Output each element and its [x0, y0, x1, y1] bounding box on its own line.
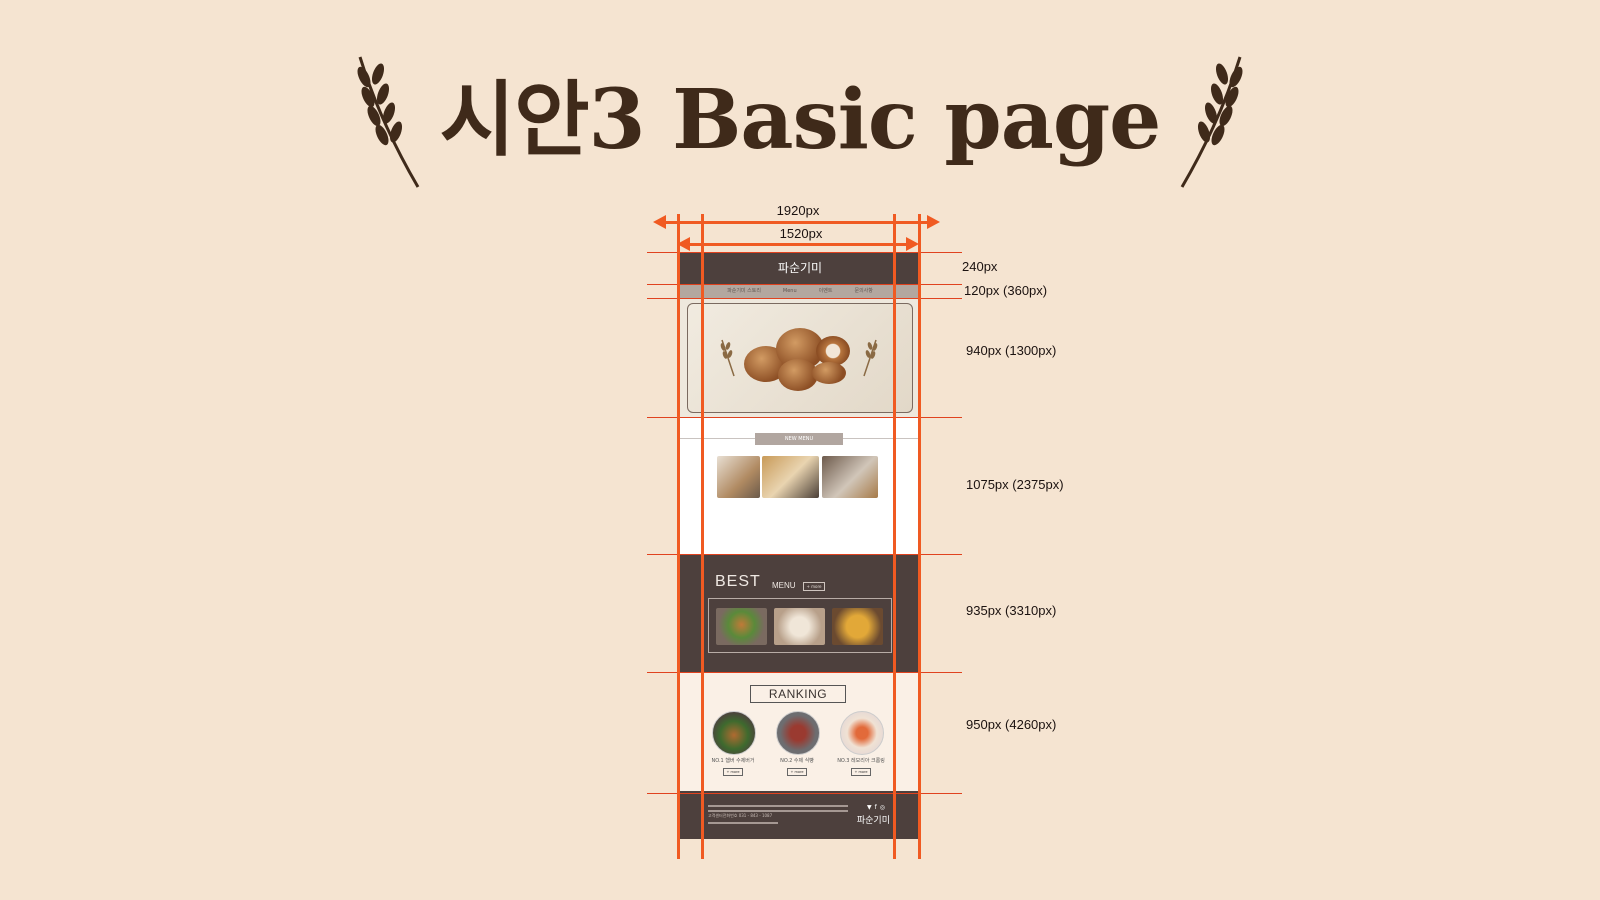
best-title: BEST	[715, 573, 761, 590]
ranking-more-button: + more	[851, 768, 871, 776]
ranking-image	[712, 711, 756, 755]
menu-photo	[822, 456, 878, 498]
guide-line	[647, 284, 962, 286]
guide-line	[647, 793, 962, 795]
ranking-label: NO.1 햄버 수제버거	[711, 758, 755, 764]
wheat-icon	[1180, 56, 1243, 188]
section-height-label: 240px	[962, 259, 998, 274]
outer-guide	[918, 214, 921, 859]
footer-phone: 고객센터전화번호 031 - 843 - 1087	[708, 813, 773, 818]
section-height-label: 940px (1300px)	[966, 343, 1057, 358]
guide-line	[647, 672, 962, 674]
best-photo	[716, 608, 767, 645]
guide-line	[647, 417, 962, 419]
mock-best-menu: BEST MENU + more	[680, 555, 920, 673]
section-height-label: 935px (3310px)	[966, 603, 1057, 618]
inner-width-arrow	[688, 243, 908, 246]
bread-image	[812, 362, 846, 384]
best-more-button: + more	[803, 582, 825, 591]
ranking-more-button: + more	[787, 768, 807, 776]
social-icons: ▼f◎	[867, 804, 888, 811]
mock-nav-item: Menu	[782, 288, 797, 294]
mock-header: 파순기미	[680, 252, 920, 284]
ranking-image	[840, 711, 884, 755]
ranking-more-button: + more	[723, 768, 743, 776]
best-photo	[774, 608, 825, 645]
section-height-label: 120px (360px)	[964, 283, 1048, 298]
ranking-label: NO.3 레모리아 크롬링	[837, 758, 885, 764]
inner-guide	[893, 214, 896, 859]
guide-line	[647, 252, 962, 254]
mock-logo: 파순기미	[777, 261, 823, 275]
mock-new-menu: NEW MENU	[680, 417, 920, 555]
section-height-label: 950px (4260px)	[966, 717, 1057, 732]
menu-photo	[717, 456, 760, 498]
inner-width-label: 1520px	[779, 226, 823, 241]
hero-frame	[687, 303, 913, 413]
mock-nav-item: 이벤트	[818, 288, 833, 294]
section-height-label: 1075px (2375px)	[966, 477, 1064, 492]
footer-text-line	[708, 805, 848, 807]
mock-nav-item: 문의사항	[854, 288, 873, 294]
best-frame	[708, 598, 892, 653]
arrow-right-icon	[927, 215, 940, 229]
mock-nav: 파순기미 스토리 Menu 이벤트 문의사항	[680, 284, 920, 299]
wheat-icon	[357, 56, 420, 188]
mock-footer: 고객센터전화번호 031 - 843 - 1087 ▼f◎ 파순기미	[680, 791, 920, 839]
ranking-image	[776, 711, 820, 755]
page-mockup: 파순기미 파순기미 스토리 Menu 이벤트 문의사항 NEW MENU BES…	[680, 252, 920, 839]
best-subtitle: MENU	[772, 581, 796, 590]
footer-logo: 파순기미	[856, 816, 890, 826]
footer-text-line	[708, 810, 848, 812]
ranking-label: NO.2 수제 식빵	[780, 758, 814, 764]
mock-ranking: RANKING NO.1 햄버 수제버거 NO.2 수제 식빵 NO.3 레모리…	[680, 673, 920, 791]
outer-width-label: 1920px	[776, 203, 820, 218]
mock-nav-item: 파순기미 스토리	[727, 288, 761, 294]
mock-hero	[680, 299, 920, 417]
arrow-left-icon	[653, 215, 666, 229]
guide-line	[647, 298, 962, 300]
ranking-title: RANKING	[750, 685, 846, 703]
footer-text-line	[708, 822, 778, 824]
wheat-icon	[863, 339, 878, 377]
best-photo	[832, 608, 883, 645]
menu-photo	[762, 456, 819, 498]
new-menu-tag: NEW MENU	[755, 433, 843, 445]
inner-guide	[701, 214, 704, 859]
page-title: 시안3 Basic page	[439, 72, 1162, 168]
outer-guide	[677, 214, 680, 859]
guide-line	[647, 554, 962, 556]
wheat-icon	[720, 339, 735, 377]
